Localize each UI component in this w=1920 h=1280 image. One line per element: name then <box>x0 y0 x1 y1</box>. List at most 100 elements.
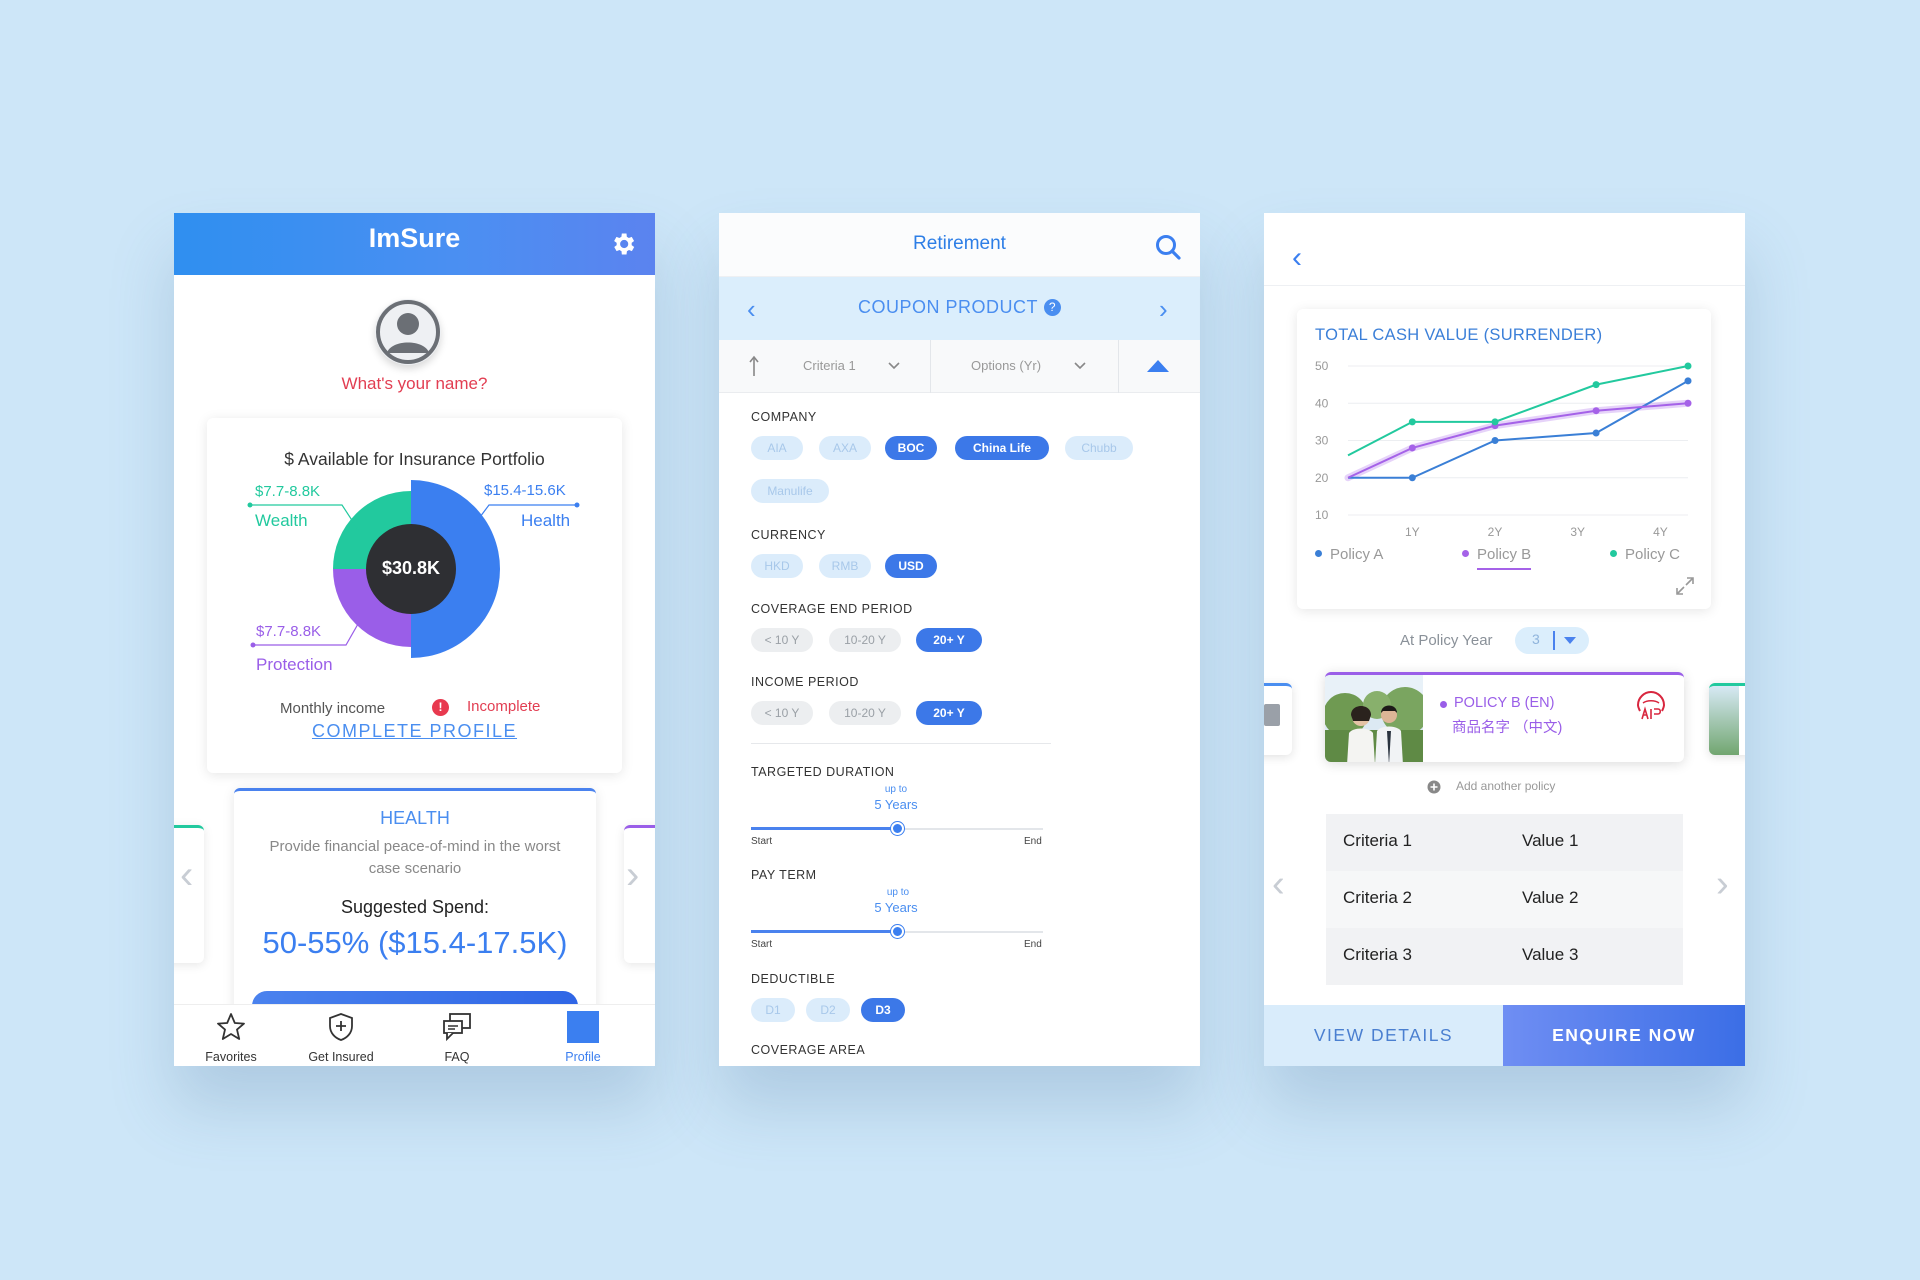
data-point <box>1408 444 1416 452</box>
slider-fill <box>751 930 897 933</box>
filter-chip[interactable]: D2 <box>806 998 850 1022</box>
options-dropdown[interactable]: Options (Yr) <box>931 340 1119 393</box>
next-policy-card[interactable] <box>1709 683 1745 755</box>
legend-policy-b[interactable]: Policy B <box>1462 546 1532 570</box>
policy-photo <box>1325 675 1423 762</box>
phone-profile-screen: ImSure What's your name? $ Available for… <box>174 213 655 1066</box>
data-point <box>1408 418 1416 426</box>
chevron-left-icon[interactable]: ‹ <box>1272 863 1285 906</box>
filter-chip[interactable]: D1 <box>751 998 795 1022</box>
chevron-down-icon <box>1074 362 1086 370</box>
add-circle-icon[interactable] <box>1427 780 1441 794</box>
slider-caption: up to <box>886 887 910 898</box>
chevron-left-icon[interactable]: ‹ <box>180 853 193 898</box>
policy-thumbnail <box>1709 686 1739 755</box>
data-point <box>1592 381 1600 389</box>
slider-handle[interactable] <box>891 925 904 938</box>
x-tick-label: 4Y <box>1653 525 1668 539</box>
search-icon[interactable] <box>1154 233 1182 261</box>
protection-label: Protection <box>256 655 333 674</box>
company-label: COMPANY <box>751 410 817 424</box>
criteria-value: Value 2 <box>1522 888 1579 907</box>
tab-get-insured[interactable]: Get Insured <box>286 1011 396 1064</box>
selected-policy-card[interactable]: POLICY B (EN) 商品名字 （中文) <box>1325 672 1684 762</box>
sort-arrow-icon <box>749 355 759 376</box>
policy-dot <box>1440 701 1447 708</box>
product-type-bar: ‹ COUPON PRODUCT? › <box>719 277 1200 340</box>
criteria-value: Value 1 <box>1522 831 1579 850</box>
tab-profile[interactable]: Profile <box>528 1011 638 1064</box>
filter-chip[interactable]: China Life <box>955 436 1049 460</box>
product-type-label: COUPON PRODUCT <box>857 297 1038 317</box>
y-tick-label: 40 <box>1315 396 1329 410</box>
health-card-title: HEALTH <box>380 808 450 828</box>
criteria-value: Criteria 1 <box>803 358 856 373</box>
complete-profile-link[interactable]: COMPLETE PROFILE <box>174 721 655 742</box>
filter-chip[interactable]: 10-20 Y <box>829 701 901 725</box>
filter-chip[interactable]: 10-20 Y <box>829 628 901 652</box>
slider-caption: up to <box>884 784 908 795</box>
filter-chip[interactable]: BOC <box>885 436 937 460</box>
view-details-button[interactable]: VIEW DETAILS <box>1264 1005 1503 1066</box>
filter-chip[interactable]: 20+ Y <box>916 701 982 725</box>
add-policy-link[interactable]: Add another policy <box>1456 779 1555 793</box>
coverage-end-label: COVERAGE END PERIOD <box>751 602 913 616</box>
screen-header: Retirement <box>719 213 1200 277</box>
wealth-label: Wealth <box>255 511 308 530</box>
filter-chip[interactable]: AXA <box>819 436 871 460</box>
chevron-right-icon[interactable]: › <box>626 853 639 898</box>
chevron-right-icon[interactable]: › <box>1159 294 1168 325</box>
collapse-up-icon[interactable] <box>1147 360 1169 372</box>
data-point <box>1684 362 1692 370</box>
filter-chip[interactable]: RMB <box>819 554 871 578</box>
policy-thumbnail <box>1264 704 1280 726</box>
legend-policy-c[interactable]: Policy C <box>1610 546 1680 563</box>
legend-policy-a[interactable]: Policy A <box>1315 546 1383 563</box>
legend-dot <box>1610 550 1617 557</box>
filter-chip[interactable]: HKD <box>751 554 803 578</box>
leader-dot <box>250 642 256 648</box>
policy-year-value: 3 <box>1532 631 1540 647</box>
filter-chip[interactable]: < 10 Y <box>751 701 813 725</box>
y-tick-label: 10 <box>1315 508 1329 522</box>
slider-fill <box>751 827 897 830</box>
filter-chip[interactable]: < 10 Y <box>751 628 813 652</box>
filter-chip[interactable]: AIA <box>751 436 803 460</box>
tab-label: Profile <box>565 1050 601 1064</box>
donut-total: $30.8K <box>381 558 441 578</box>
data-point <box>1684 399 1692 407</box>
aia-logo-icon <box>1636 691 1666 720</box>
legend-label: Policy B <box>1477 546 1532 570</box>
prev-policy-card[interactable] <box>1264 683 1292 755</box>
slider-end-label: End <box>1024 836 1042 847</box>
caret-down-icon <box>1564 637 1576 644</box>
section-divider <box>751 743 1051 744</box>
expand-icon[interactable] <box>1674 575 1696 597</box>
policy-year-select[interactable]: 3 <box>1515 627 1589 654</box>
alert-icon: ! <box>432 699 449 716</box>
monthly-income-label: Monthly income <box>280 700 386 717</box>
tab-faq[interactable]: FAQ <box>402 1011 512 1064</box>
x-tick-label: 1Y <box>1405 525 1420 539</box>
phone-filter-screen: Retirement ‹ COUPON PRODUCT? › Criteria … <box>719 213 1200 1066</box>
enquire-now-button[interactable]: ENQUIRE NOW <box>1503 1005 1745 1066</box>
tab-favorites[interactable]: Favorites <box>176 1011 286 1064</box>
policy-year-label: At Policy Year <box>1400 632 1493 649</box>
y-tick-label: 50 <box>1315 359 1329 373</box>
pay-term-label: PAY TERM <box>751 868 817 882</box>
tab-label: Favorites <box>205 1050 257 1064</box>
filter-chip[interactable]: Manulife <box>751 479 829 503</box>
filter-chip[interactable]: USD <box>885 554 937 578</box>
table-row: Criteria 2 Value 2 <box>1326 871 1683 928</box>
data-point <box>1592 429 1600 437</box>
criteria-dropdown[interactable]: Criteria 1 <box>719 340 931 393</box>
chat-icon <box>443 1013 471 1042</box>
slider-handle[interactable] <box>891 822 904 835</box>
data-point <box>1592 407 1600 415</box>
legend-label: Policy A <box>1330 546 1384 563</box>
chevron-right-icon[interactable]: › <box>1716 863 1729 906</box>
help-icon[interactable]: ? <box>1044 299 1061 316</box>
filter-chip[interactable]: Chubb <box>1065 436 1133 460</box>
filter-chip[interactable]: D3 <box>861 998 905 1022</box>
filter-chip[interactable]: 20+ Y <box>916 628 982 652</box>
